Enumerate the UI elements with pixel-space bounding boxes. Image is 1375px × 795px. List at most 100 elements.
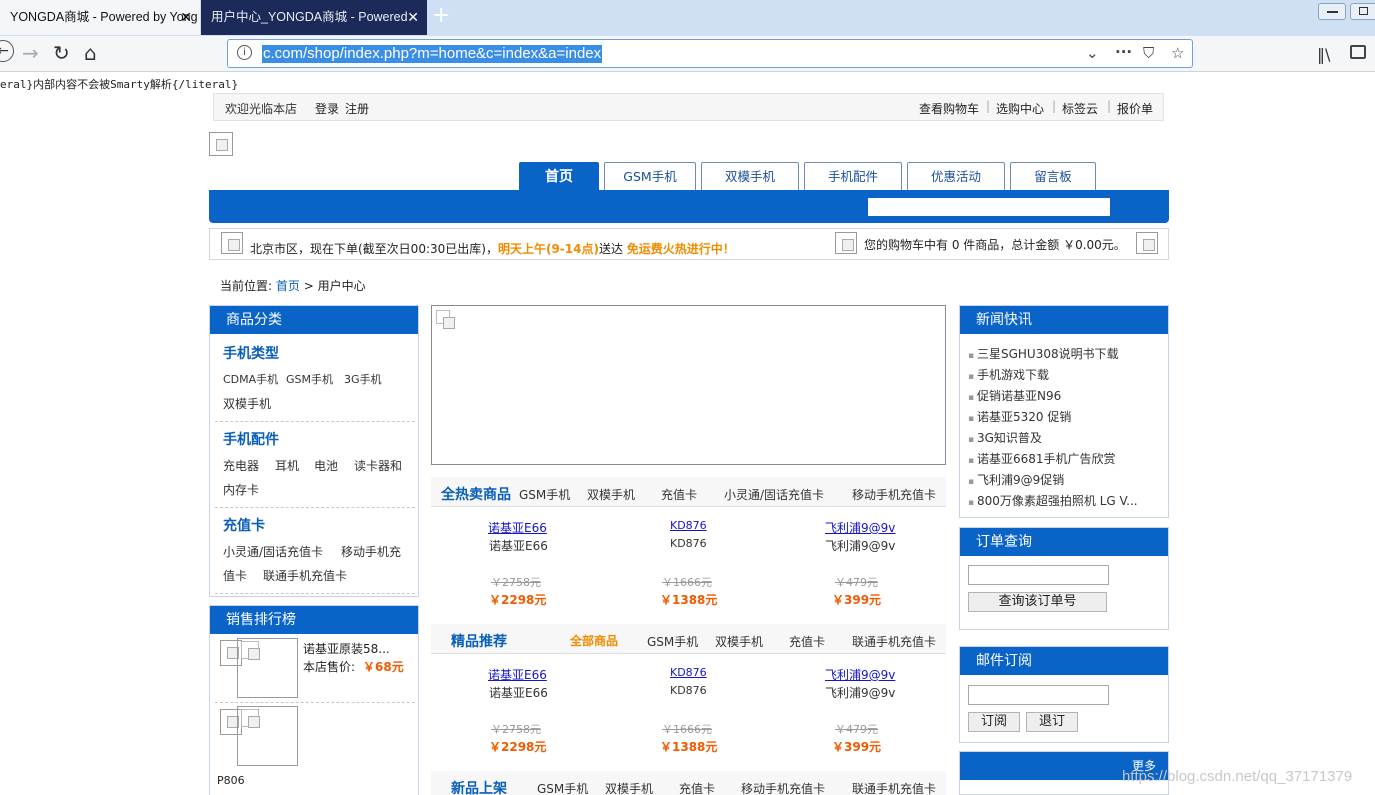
breadcrumb-home-link[interactable]: 首页: [276, 279, 300, 293]
news-item[interactable]: 800万像素超强拍照机 LG V...: [968, 492, 1138, 509]
tag-cloud-link[interactable]: 标签云: [1062, 100, 1098, 117]
product-market-price: ￥479元: [835, 723, 878, 736]
sidebar-icon[interactable]: [1350, 45, 1366, 59]
order-number-input[interactable]: [968, 565, 1109, 585]
nav-tab-promotions[interactable]: 优惠活动: [907, 162, 1005, 190]
close-icon[interactable]: ✕: [180, 0, 192, 35]
category-recharge-cards[interactable]: 充值卡: [223, 515, 265, 535]
divider: |: [986, 99, 991, 113]
hot-products-title: 全热卖商品: [441, 487, 511, 503]
news-item[interactable]: 促销诺基亚N96: [968, 387, 1061, 404]
product-price: ￥399元: [832, 740, 882, 754]
library-icon[interactable]: ‖\: [1317, 44, 1330, 66]
unsubscribe-button[interactable]: 退订: [1026, 712, 1078, 732]
nav-tab-accessories[interactable]: 手机配件: [804, 162, 902, 190]
section-tab[interactable]: 双模手机: [605, 780, 653, 795]
sales-rank-title: 销售排行榜: [210, 606, 418, 634]
order-query-title: 订单查询: [960, 528, 1168, 556]
section-tab[interactable]: GSM手机: [647, 633, 698, 650]
nav-tab-guestbook[interactable]: 留言板: [1010, 162, 1096, 190]
news-item[interactable]: 3G知识普及: [968, 429, 1042, 446]
nav-tab-home[interactable]: 首页: [519, 162, 599, 190]
section-tab[interactable]: 双模手机: [587, 486, 635, 503]
view-cart-link[interactable]: 查看购物车: [919, 100, 979, 117]
email-input[interactable]: [968, 685, 1109, 705]
product-thumbnail[interactable]: [237, 638, 298, 698]
product-link[interactable]: 诺基亚E66: [488, 519, 547, 536]
category-link[interactable]: 读卡器和: [354, 457, 402, 474]
rank-product-name[interactable]: P806: [217, 774, 245, 787]
chevron-down-icon[interactable]: ⌄: [1086, 44, 1099, 62]
category-link[interactable]: 充电器: [223, 457, 259, 474]
pocket-icon[interactable]: ⛉: [1143, 44, 1154, 62]
more-actions-icon[interactable]: ···: [1115, 43, 1132, 61]
home-icon[interactable]: ⌂: [84, 42, 97, 64]
section-tab[interactable]: 小灵通/固话充值卡: [724, 486, 824, 503]
category-link[interactable]: 内存卡: [223, 481, 259, 498]
shopping-center-link[interactable]: 选购中心: [996, 100, 1044, 117]
quote-link[interactable]: 报价单: [1117, 100, 1153, 117]
nav-tab-gsm[interactable]: GSM手机: [604, 162, 696, 190]
category-link[interactable]: 电池: [314, 457, 338, 474]
product-link[interactable]: KD876: [670, 666, 707, 679]
new-arrivals-title: 新品上架: [451, 781, 507, 795]
section-tab[interactable]: 充值卡: [789, 633, 825, 650]
search-input[interactable]: [868, 198, 1110, 216]
close-icon[interactable]: ✕: [407, 0, 419, 35]
product-market-price: ￥2758元: [491, 723, 541, 736]
category-link[interactable]: 耳机: [275, 457, 299, 474]
tab-home[interactable]: YONGDA商城 - Powered by Yong ✕: [0, 0, 200, 35]
category-link[interactable]: 3G手机: [344, 371, 382, 387]
banner-area[interactable]: [431, 305, 946, 465]
section-tab-all[interactable]: 全部商品: [570, 632, 618, 649]
minimize-button[interactable]: [1318, 3, 1346, 20]
category-link[interactable]: CDMA手机: [223, 371, 278, 387]
category-link[interactable]: 小灵通/固话充值卡: [223, 543, 323, 560]
forward-icon[interactable]: →: [22, 42, 39, 64]
section-tab[interactable]: 充值卡: [661, 486, 697, 503]
new-tab-icon[interactable]: +: [432, 4, 450, 28]
category-phone-types[interactable]: 手机类型: [223, 343, 279, 363]
news-item[interactable]: 三星SGHU308说明书下载: [968, 345, 1119, 362]
section-tab[interactable]: 移动手机充值卡: [741, 780, 825, 795]
category-link[interactable]: 值卡: [223, 567, 247, 584]
section-tab[interactable]: 移动手机充值卡: [852, 486, 936, 503]
nav-tab-dual-mode[interactable]: 双模手机: [701, 162, 799, 190]
info-icon[interactable]: i: [237, 45, 252, 60]
login-link[interactable]: 登录: [315, 100, 339, 117]
rank-product-name[interactable]: 诺基亚原装58...: [303, 640, 390, 657]
bookmark-star-icon[interactable]: ☆: [1171, 44, 1184, 62]
section-tab[interactable]: GSM手机: [519, 486, 570, 503]
product-name: KD876: [670, 684, 707, 697]
section-tab[interactable]: 双模手机: [715, 633, 763, 650]
category-link[interactable]: 联通手机充值卡: [263, 567, 347, 584]
section-tab[interactable]: GSM手机: [537, 780, 588, 795]
category-link[interactable]: 移动手机充: [341, 543, 401, 560]
category-accessories[interactable]: 手机配件: [223, 429, 279, 449]
best-picks-header: 精品推荐 全部商品 GSM手机 双模手机 充值卡 联通手机充值卡: [431, 624, 946, 654]
subscribe-button[interactable]: 订阅: [968, 712, 1020, 732]
tab-user-center[interactable]: 用户中心_YONGDA商城 - Powered ✕: [201, 0, 427, 35]
news-item[interactable]: 飞利浦9@9促销: [968, 471, 1064, 488]
maximize-button[interactable]: [1350, 3, 1375, 20]
product-link[interactable]: KD876: [670, 519, 707, 532]
register-link[interactable]: 注册: [345, 100, 369, 117]
cart-button-broken-image-icon[interactable]: [1136, 232, 1158, 254]
back-icon[interactable]: ←: [0, 40, 14, 62]
category-link[interactable]: GSM手机: [286, 371, 333, 387]
url-bar[interactable]: i c.com/shop/index.php?m=home&c=index&a=…: [227, 39, 1193, 68]
reload-icon[interactable]: ↻: [53, 42, 70, 64]
query-order-button[interactable]: 查询该订单号: [968, 592, 1107, 612]
news-item[interactable]: 诺基亚6681手机广告欣赏: [968, 450, 1116, 467]
news-item[interactable]: 诺基亚5320 促销: [968, 408, 1071, 425]
product-link[interactable]: 诺基亚E66: [488, 666, 547, 683]
section-tab[interactable]: 充值卡: [679, 780, 715, 795]
product-link[interactable]: 飞利浦9@9v: [825, 666, 895, 683]
product-link[interactable]: 飞利浦9@9v: [825, 519, 895, 536]
section-tab[interactable]: 联通手机充值卡: [852, 780, 936, 795]
product-thumbnail[interactable]: [237, 706, 298, 766]
divider: |: [1052, 99, 1057, 113]
section-tab[interactable]: 联通手机充值卡: [852, 633, 936, 650]
news-item[interactable]: 手机游戏下载: [968, 366, 1049, 383]
category-link[interactable]: 双模手机: [223, 395, 271, 412]
